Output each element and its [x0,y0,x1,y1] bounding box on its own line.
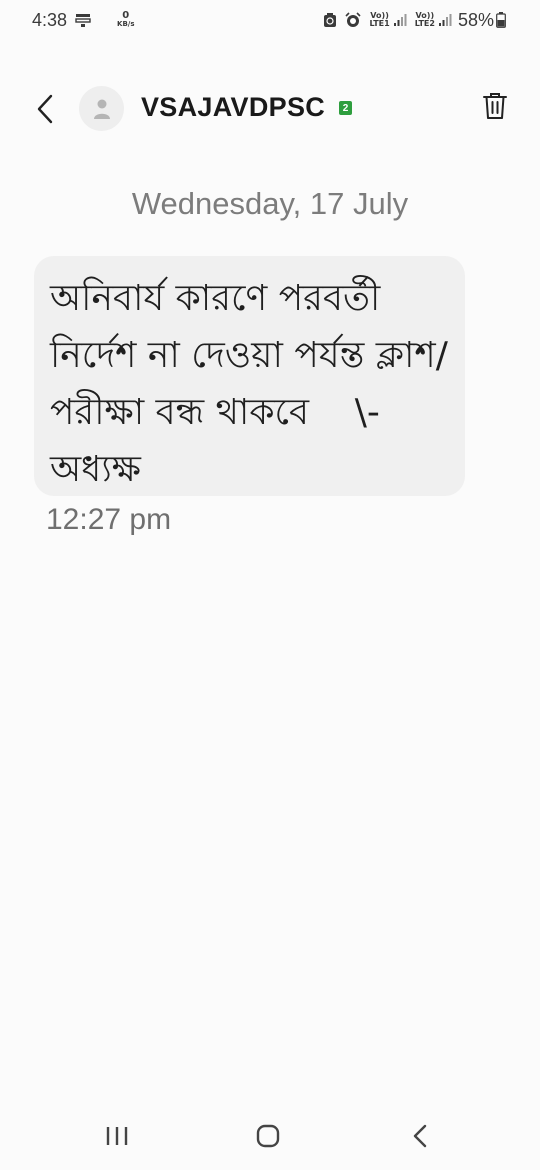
status-left: 4:38 0 KB/s [32,10,135,31]
net-speed-value: 0 [122,10,130,21]
sim1-indicator: Vo)) LTE1 [369,12,389,28]
net-speed: 0 KB/s [117,10,135,29]
recents-icon [106,1127,128,1145]
home-icon [256,1124,280,1148]
signal-icon [438,13,452,27]
recents-button[interactable] [97,1119,137,1153]
delete-button[interactable] [480,90,510,122]
net-speed-unit: KB/s [117,20,135,28]
recycle-icon [323,12,337,28]
back-icon [413,1124,427,1148]
battery-icon [496,12,506,28]
date-divider: Wednesday, 17 July [131,186,409,221]
alarm-icon [345,12,362,28]
trash-icon [483,93,507,119]
home-button[interactable] [248,1119,288,1153]
sim1-bottom: LTE1 [369,19,390,28]
status-bar: 4:38 0 KB/s Vo)) LTE1 Vo)) LTE2 58% [0,0,540,40]
avatar[interactable] [79,86,124,131]
status-right: Vo)) LTE1 Vo)) LTE2 58% [315,10,506,31]
conversation-header: VSAJAVDPSC 2 [0,80,540,138]
sim-badge: 2 [339,101,352,115]
message-bubble[interactable]: অনিবার্য কারণে পরবর্তী নির্দেশ না দেওয়া… [34,256,465,496]
status-time: 4:38 [32,9,68,30]
sim2-bottom: LTE2 [414,19,435,28]
back-button[interactable] [30,94,60,124]
back-arrow-icon [37,94,53,124]
navigation-bar [0,1105,540,1165]
battery-percent: 58% [457,9,494,30]
sim2-indicator: Vo)) LTE2 [415,12,435,28]
sender-name[interactable]: VSAJAVDPSC [141,92,325,123]
nav-back-button[interactable] [400,1119,440,1153]
screen-mirror-icon [75,12,91,28]
person-icon [93,99,110,119]
signal-icon [393,13,407,27]
message-time: 12:27 pm [46,503,172,536]
